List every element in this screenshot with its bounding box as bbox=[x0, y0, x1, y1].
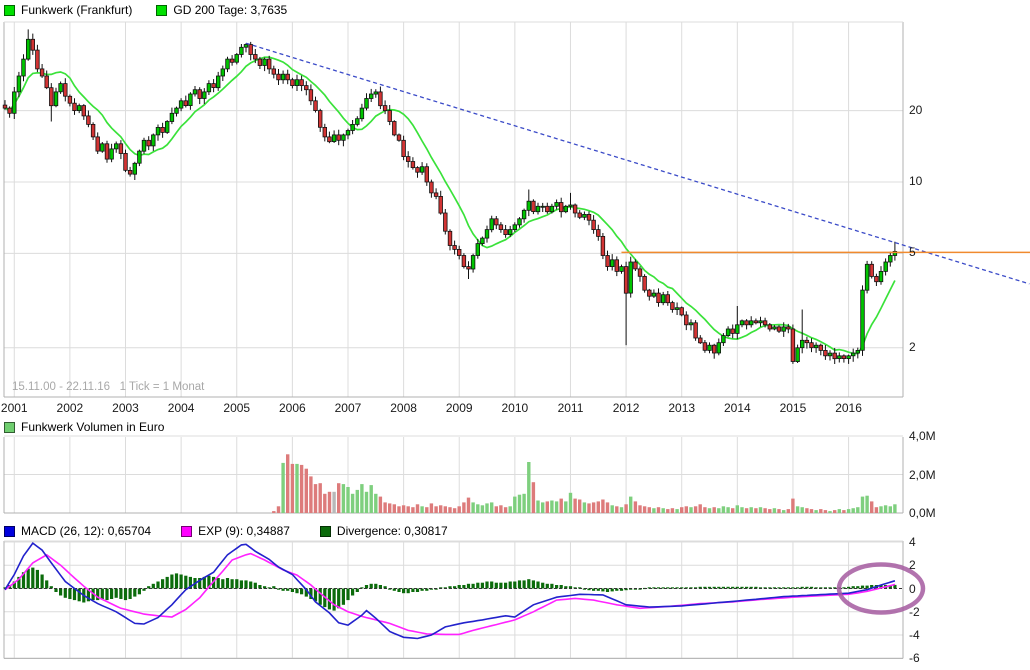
candlestick-series bbox=[3, 29, 896, 364]
macd-axis-tick-label: -2 bbox=[909, 605, 920, 619]
x-axis-year-label: 2011 bbox=[558, 401, 584, 415]
price-axis-tick-label: 5 bbox=[909, 245, 916, 259]
price-axis-tick-label: 10 bbox=[909, 174, 922, 188]
divergence-legend-item: Divergence: 0,30817 bbox=[320, 524, 448, 538]
price-axis-tick-label: 2 bbox=[909, 340, 916, 354]
x-axis-year-label: 2003 bbox=[112, 401, 139, 415]
x-axis-year-label: 2016 bbox=[835, 401, 862, 415]
x-axis-year-label: 2001 bbox=[1, 401, 28, 415]
macd-axis-tick-label: 4 bbox=[909, 535, 916, 549]
x-axis-year-label: 2005 bbox=[223, 401, 250, 415]
price-series-swatch-icon bbox=[4, 5, 15, 16]
x-axis-year-label: 2015 bbox=[780, 401, 807, 415]
macd-legend-item: MACD (26, 12): 0,65704 bbox=[4, 524, 151, 538]
chart-page: Funkwerk (Frankfurt) GD 200 Tage: 3,7635… bbox=[0, 0, 1030, 670]
macd-axis-tick-label: -4 bbox=[909, 628, 920, 642]
gd200-series-swatch-icon bbox=[156, 5, 167, 16]
x-axis-year-label: 2006 bbox=[279, 401, 306, 415]
gd200-legend-item: GD 200 Tage: 3,7635 bbox=[156, 3, 287, 17]
divergence-series-label: Divergence: 0,30817 bbox=[337, 524, 448, 538]
volume-axis-tick-label: 2,0M bbox=[909, 468, 936, 482]
x-axis-year-label: 2013 bbox=[668, 401, 695, 415]
x-axis-year-label: 2007 bbox=[335, 401, 362, 415]
volume-series-label: Funkwerk Volumen in Euro bbox=[21, 420, 164, 434]
exp-series-label: EXP (9): 0,34887 bbox=[198, 524, 290, 538]
price-series-legend-item: Funkwerk (Frankfurt) bbox=[4, 3, 132, 17]
date-range-note: 15.11.00 - 22.11.16 1 Tick = 1 Monat bbox=[12, 381, 204, 393]
price-axis-tick-label: 20 bbox=[909, 103, 922, 117]
gd200-series-label: GD 200 Tage: 3,7635 bbox=[173, 3, 287, 17]
exp-series-swatch-icon bbox=[181, 526, 192, 537]
x-axis-year-label: 2008 bbox=[390, 401, 417, 415]
price-legend: Funkwerk (Frankfurt) GD 200 Tage: 3,7635 bbox=[4, 3, 287, 17]
volume-legend: Funkwerk Volumen in Euro bbox=[4, 420, 164, 434]
x-axis-year-label: 2004 bbox=[168, 401, 195, 415]
x-axis-year-label: 2009 bbox=[446, 401, 473, 415]
volume-axis-tick-label: 0,0M bbox=[909, 506, 936, 520]
macd-axis-tick-label: -6 bbox=[909, 651, 920, 665]
macd-series-label: MACD (26, 12): 0,65704 bbox=[21, 524, 151, 538]
gridlines bbox=[4, 22, 903, 658]
macd-axis-tick-label: 0 bbox=[909, 582, 916, 596]
volume-bar-series bbox=[272, 454, 897, 513]
exp-legend-item: EXP (9): 0,34887 bbox=[181, 524, 290, 538]
divergence-series-swatch-icon bbox=[320, 526, 331, 537]
x-axis-year-label: 2002 bbox=[57, 401, 84, 415]
volume-series-swatch-icon bbox=[4, 422, 15, 433]
chart-canvas bbox=[0, 0, 1030, 670]
macd-axis-tick-label: 2 bbox=[909, 558, 916, 572]
macd-legend: MACD (26, 12): 0,65704 EXP (9): 0,34887 … bbox=[4, 524, 448, 538]
price-series-label: Funkwerk (Frankfurt) bbox=[21, 3, 132, 17]
x-axis-year-label: 2014 bbox=[724, 401, 751, 415]
x-axis-year-label: 2012 bbox=[613, 401, 640, 415]
macd-series-swatch-icon bbox=[4, 526, 15, 537]
gd200-line bbox=[5, 57, 895, 353]
volume-legend-item: Funkwerk Volumen in Euro bbox=[4, 420, 164, 434]
panel-borders bbox=[4, 22, 903, 658]
x-axis-year-label: 2010 bbox=[501, 401, 528, 415]
divergence-histogram bbox=[3, 568, 896, 611]
volume-axis-tick-label: 4,0M bbox=[909, 429, 936, 443]
